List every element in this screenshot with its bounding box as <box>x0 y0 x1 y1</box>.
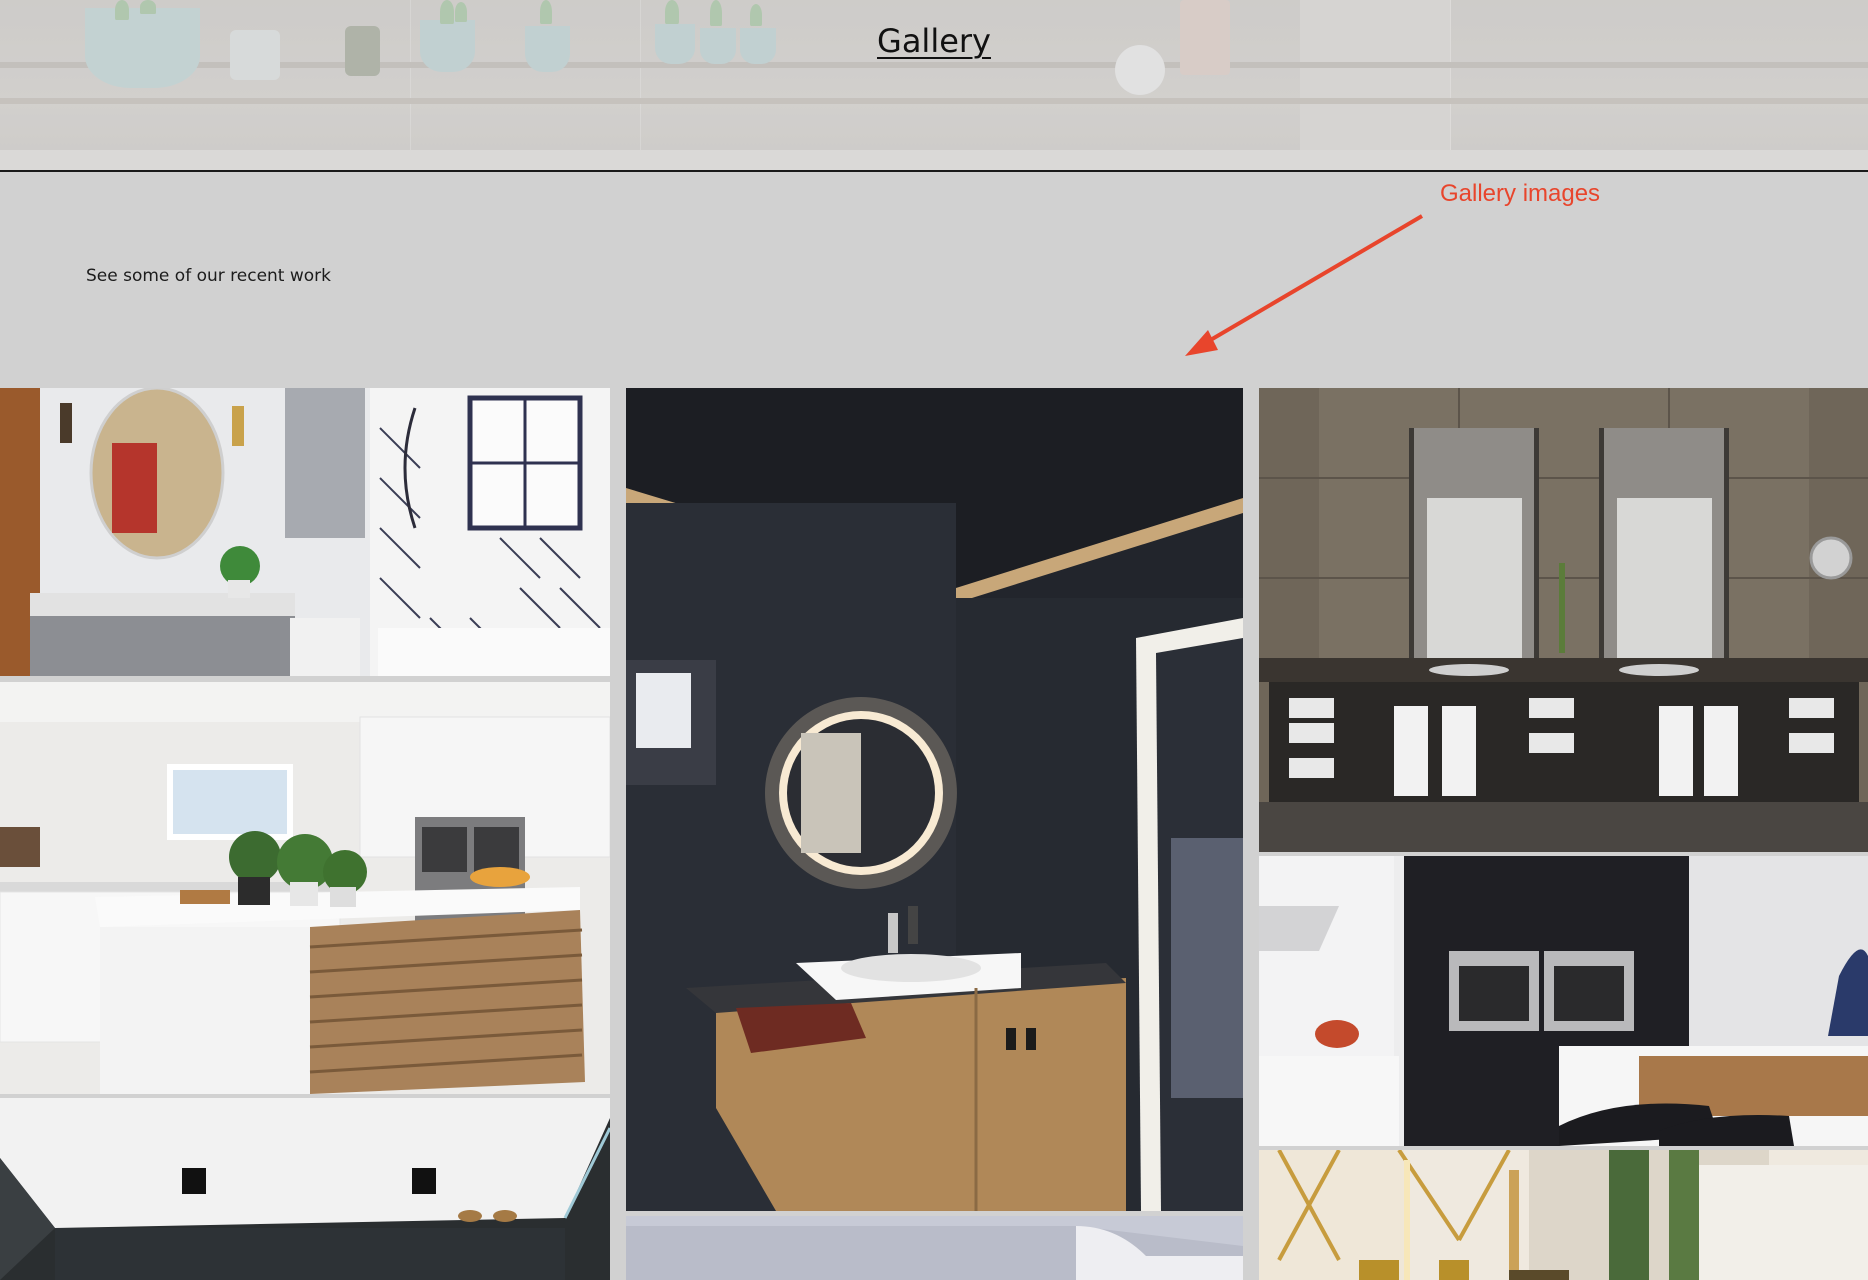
gallery-image-8[interactable] <box>1259 1150 1868 1280</box>
page-title: Gallery <box>877 22 991 60</box>
annotation-arrow <box>1185 214 1424 356</box>
gallery-image-7[interactable] <box>1259 856 1868 1146</box>
gallery-image-4[interactable] <box>626 388 1243 1211</box>
gallery-image-5[interactable] <box>626 1216 1243 1280</box>
gallery-image-2[interactable] <box>0 682 610 1094</box>
gallery-image-3[interactable] <box>0 1098 610 1280</box>
gallery-image-1[interactable] <box>0 388 610 676</box>
hero-banner: Gallery <box>0 0 1868 172</box>
annotation-label: Gallery images <box>1440 180 1601 207</box>
gallery-image-6[interactable] <box>1259 388 1868 852</box>
intro-text: See some of our recent work <box>86 266 332 286</box>
